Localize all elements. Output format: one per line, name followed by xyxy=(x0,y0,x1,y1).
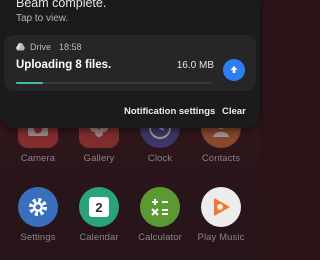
calendar-day: 2 xyxy=(89,197,109,217)
upload-title: Uploading 8 files. xyxy=(16,59,112,71)
app-calculator[interactable]: Calculator xyxy=(128,187,192,243)
app-label: Calculator xyxy=(138,232,182,243)
app-calendar[interactable]: 2 Calendar xyxy=(67,187,131,243)
app-label: Settings xyxy=(20,232,56,243)
app-settings[interactable]: Settings xyxy=(6,187,70,243)
gear-icon xyxy=(18,187,58,227)
notification-time: 18:58 xyxy=(59,42,82,52)
calendar-icon: 2 xyxy=(79,187,119,227)
drive-icon xyxy=(16,43,25,51)
app-label: Gallery xyxy=(83,153,115,164)
notification-shade: Beam complete. Tap to view. Drive 18:58 … xyxy=(0,0,260,128)
app-label: Camera xyxy=(20,153,56,164)
drive-upload-notification[interactable]: Drive 18:58 Uploading 8 files. 16.0 MB xyxy=(4,35,256,91)
play-music-icon xyxy=(201,187,241,227)
upload-arrow-icon xyxy=(230,66,238,73)
beam-notification-subtitle[interactable]: Tap to view. xyxy=(16,13,68,24)
clear-button[interactable]: Clear xyxy=(222,106,246,117)
app-play-music[interactable]: Play Music xyxy=(189,187,253,243)
app-label: Contacts xyxy=(201,153,241,164)
app-label: Play Music xyxy=(197,232,245,243)
app-label: Calendar xyxy=(79,232,119,243)
upload-size: 16.0 MB xyxy=(176,60,214,71)
upload-progress-bar xyxy=(16,82,212,84)
notification-header: Drive 18:58 xyxy=(16,42,82,52)
calculator-icon xyxy=(140,187,180,227)
beam-notification-title[interactable]: Beam complete. xyxy=(16,0,106,10)
notification-settings-button[interactable]: Notification settings xyxy=(124,106,215,117)
upload-progress-fill xyxy=(16,82,44,84)
notification-app-name: Drive xyxy=(30,42,52,52)
app-label: Clock xyxy=(147,153,173,164)
upload-action-button[interactable] xyxy=(223,59,245,81)
